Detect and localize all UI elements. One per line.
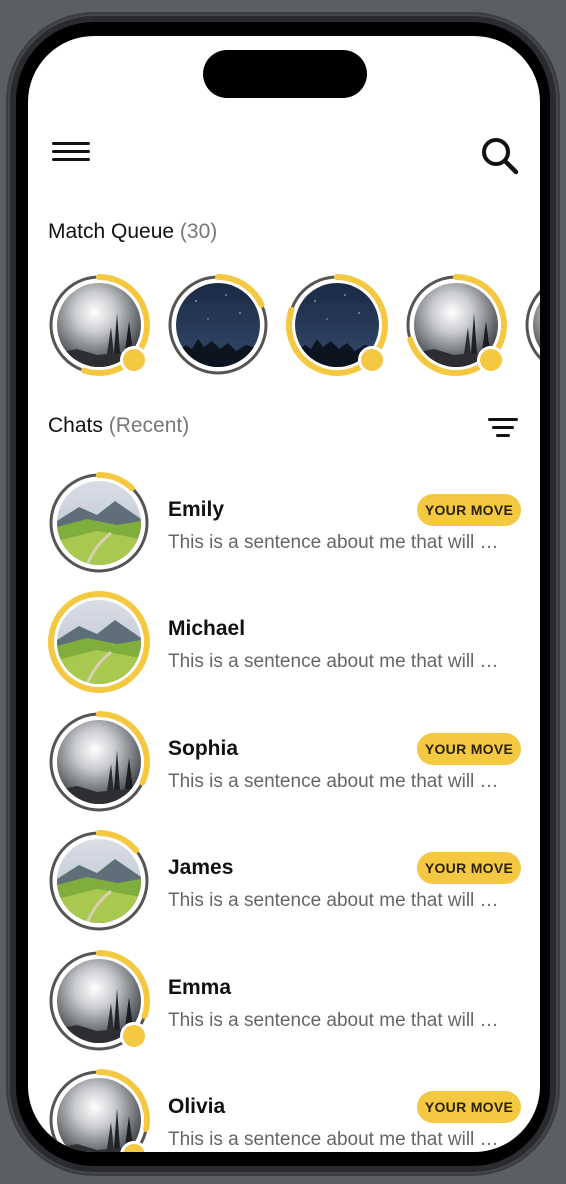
app-screen: Match Queue (30) Chats (Recent) Emily Th…: [28, 36, 540, 1152]
chat-preview: This is a sentence about me that will sh…: [168, 532, 502, 553]
chats-heading: Chats (Recent): [48, 414, 189, 438]
chat-name: Olivia: [168, 1095, 226, 1118]
chat-list-item[interactable]: Sophia This is a sentence about me that …: [28, 709, 540, 819]
new-indicator-dot: [358, 346, 386, 374]
new-indicator-dot: [120, 1021, 148, 1050]
chat-name: Emily: [168, 498, 225, 521]
chat-list-item[interactable]: Emma This is a sentence about me that wi…: [28, 948, 540, 1058]
match-queue-avatar[interactable]: [522, 272, 540, 378]
chat-name: Sophia: [168, 736, 239, 760]
chat-avatar: [46, 709, 152, 815]
chat-preview: This is a sentence about me that will sh…: [168, 890, 502, 912]
chat-preview: This is a sentence about me that will sh…: [168, 1009, 502, 1031]
your-move-badge: YOUR MOVE: [417, 494, 521, 526]
avatar: [57, 719, 141, 804]
match-queue-title: Match Queue: [48, 220, 175, 243]
chat-list-item[interactable]: James This is a sentence about me that w…: [28, 828, 540, 938]
filter-icon[interactable]: [488, 418, 518, 440]
match-queue-avatar[interactable]: [46, 272, 152, 378]
chat-preview: This is a sentence about me that will sh…: [168, 651, 502, 673]
chat-avatar: [46, 470, 152, 576]
chat-preview: This is a sentence about me that will sh…: [168, 1129, 502, 1150]
chat-avatar: [46, 1067, 152, 1152]
chat-avatar: [46, 948, 152, 1054]
chats-subtitle: (Recent): [108, 414, 190, 437]
avatar: [57, 481, 141, 565]
dynamic-island: [203, 50, 367, 98]
chats-title: Chats: [48, 414, 103, 437]
match-queue-heading: Match Queue (30): [48, 220, 217, 244]
chat-list-item[interactable]: Emily This is a sentence about me that w…: [28, 470, 540, 580]
chat-avatar: [46, 828, 152, 934]
match-queue-avatar[interactable]: [165, 272, 271, 378]
your-move-badge: YOUR MOVE: [417, 732, 521, 765]
avatar: [57, 839, 141, 924]
match-queue-avatar[interactable]: [284, 272, 390, 378]
chat-list-item[interactable]: Olivia This is a sentence about me that …: [28, 1067, 540, 1152]
chat-preview: This is a sentence about me that will sh…: [168, 770, 502, 792]
hamburger-menu-icon[interactable]: [52, 142, 90, 166]
match-queue-carousel[interactable]: [28, 272, 540, 382]
search-icon[interactable]: [480, 136, 520, 176]
avatar: [57, 600, 141, 685]
chat-name: James: [168, 856, 234, 880]
new-indicator-dot: [477, 346, 505, 374]
chat-avatar: [46, 589, 152, 695]
new-indicator-dot: [120, 346, 148, 374]
chat-name: Michael: [168, 617, 246, 641]
match-queue-count: (30): [179, 220, 218, 243]
match-queue-avatar[interactable]: [403, 272, 509, 378]
avatar: [176, 283, 260, 367]
your-move-badge: YOUR MOVE: [417, 1091, 521, 1123]
your-move-badge: YOUR MOVE: [417, 852, 521, 885]
chat-name: Emma: [168, 975, 232, 999]
chat-list-item[interactable]: Michael This is a sentence about me that…: [28, 589, 540, 699]
